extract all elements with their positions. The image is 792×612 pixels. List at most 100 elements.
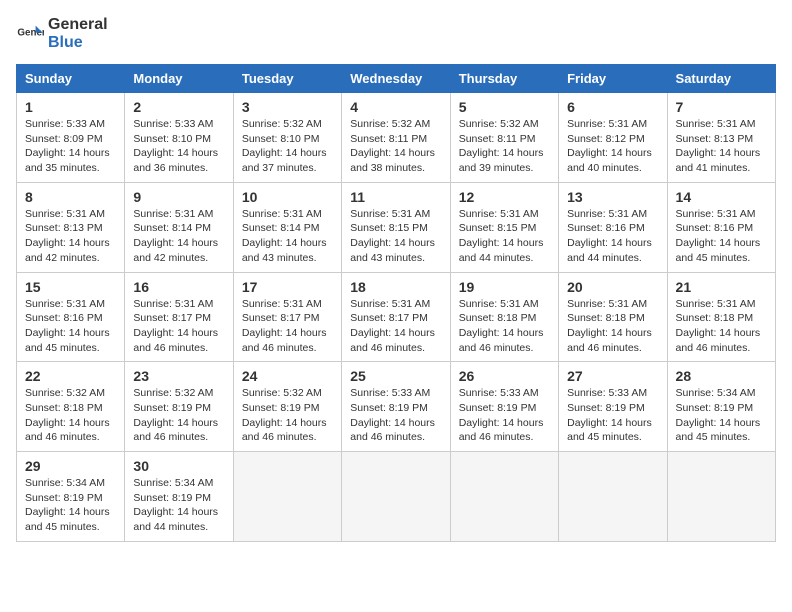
calendar-cell: 14 Sunrise: 5:31 AMSunset: 8:16 PMDaylig…: [667, 182, 775, 272]
calendar-table: SundayMondayTuesdayWednesdayThursdayFrid…: [16, 64, 776, 542]
weekday-header-thursday: Thursday: [450, 65, 558, 93]
calendar-cell: 30 Sunrise: 5:34 AMSunset: 8:19 PMDaylig…: [125, 452, 233, 542]
calendar-cell: 18 Sunrise: 5:31 AMSunset: 8:17 PMDaylig…: [342, 272, 450, 362]
calendar-cell: 25 Sunrise: 5:33 AMSunset: 8:19 PMDaylig…: [342, 362, 450, 452]
logo-blue-text: Blue: [48, 34, 83, 51]
day-info: Sunrise: 5:32 AMSunset: 8:11 PMDaylight:…: [459, 117, 550, 176]
svg-text:General: General: [17, 27, 44, 38]
day-info: Sunrise: 5:32 AMSunset: 8:10 PMDaylight:…: [242, 117, 333, 176]
calendar-cell: 3 Sunrise: 5:32 AMSunset: 8:10 PMDayligh…: [233, 93, 341, 183]
calendar-cell: 11 Sunrise: 5:31 AMSunset: 8:15 PMDaylig…: [342, 182, 450, 272]
calendar-cell: 13 Sunrise: 5:31 AMSunset: 8:16 PMDaylig…: [559, 182, 667, 272]
day-info: Sunrise: 5:32 AMSunset: 8:19 PMDaylight:…: [133, 386, 224, 445]
calendar-cell: 12 Sunrise: 5:31 AMSunset: 8:15 PMDaylig…: [450, 182, 558, 272]
day-number: 23: [133, 368, 224, 384]
calendar-cell: 19 Sunrise: 5:31 AMSunset: 8:18 PMDaylig…: [450, 272, 558, 362]
day-number: 27: [567, 368, 658, 384]
day-info: Sunrise: 5:31 AMSunset: 8:13 PMDaylight:…: [676, 117, 767, 176]
logo: General General Blue: [16, 16, 108, 52]
calendar-cell: 15 Sunrise: 5:31 AMSunset: 8:16 PMDaylig…: [17, 272, 125, 362]
calendar-week-2: 8 Sunrise: 5:31 AMSunset: 8:13 PMDayligh…: [17, 182, 776, 272]
calendar-cell: 17 Sunrise: 5:31 AMSunset: 8:17 PMDaylig…: [233, 272, 341, 362]
day-info: Sunrise: 5:31 AMSunset: 8:12 PMDaylight:…: [567, 117, 658, 176]
weekday-header-saturday: Saturday: [667, 65, 775, 93]
day-info: Sunrise: 5:32 AMSunset: 8:11 PMDaylight:…: [350, 117, 441, 176]
day-number: 19: [459, 279, 550, 295]
day-number: 15: [25, 279, 116, 295]
calendar-week-5: 29 Sunrise: 5:34 AMSunset: 8:19 PMDaylig…: [17, 452, 776, 542]
calendar-cell: [342, 452, 450, 542]
day-number: 13: [567, 189, 658, 205]
weekday-header-sunday: Sunday: [17, 65, 125, 93]
calendar-cell: 8 Sunrise: 5:31 AMSunset: 8:13 PMDayligh…: [17, 182, 125, 272]
day-number: 18: [350, 279, 441, 295]
calendar-cell: [450, 452, 558, 542]
day-number: 5: [459, 99, 550, 115]
day-info: Sunrise: 5:31 AMSunset: 8:18 PMDaylight:…: [567, 297, 658, 356]
day-info: Sunrise: 5:31 AMSunset: 8:13 PMDaylight:…: [25, 207, 116, 266]
calendar-cell: 2 Sunrise: 5:33 AMSunset: 8:10 PMDayligh…: [125, 93, 233, 183]
day-info: Sunrise: 5:33 AMSunset: 8:19 PMDaylight:…: [567, 386, 658, 445]
day-info: Sunrise: 5:31 AMSunset: 8:15 PMDaylight:…: [459, 207, 550, 266]
day-number: 7: [676, 99, 767, 115]
day-number: 28: [676, 368, 767, 384]
day-number: 3: [242, 99, 333, 115]
day-info: Sunrise: 5:31 AMSunset: 8:17 PMDaylight:…: [242, 297, 333, 356]
calendar-cell: 28 Sunrise: 5:34 AMSunset: 8:19 PMDaylig…: [667, 362, 775, 452]
day-number: 22: [25, 368, 116, 384]
calendar-cell: 5 Sunrise: 5:32 AMSunset: 8:11 PMDayligh…: [450, 93, 558, 183]
day-info: Sunrise: 5:31 AMSunset: 8:16 PMDaylight:…: [567, 207, 658, 266]
calendar-header-row: SundayMondayTuesdayWednesdayThursdayFrid…: [17, 65, 776, 93]
weekday-header-tuesday: Tuesday: [233, 65, 341, 93]
weekday-header-monday: Monday: [125, 65, 233, 93]
calendar-cell: 29 Sunrise: 5:34 AMSunset: 8:19 PMDaylig…: [17, 452, 125, 542]
calendar-cell: 21 Sunrise: 5:31 AMSunset: 8:18 PMDaylig…: [667, 272, 775, 362]
day-info: Sunrise: 5:31 AMSunset: 8:18 PMDaylight:…: [676, 297, 767, 356]
calendar-cell: 6 Sunrise: 5:31 AMSunset: 8:12 PMDayligh…: [559, 93, 667, 183]
day-info: Sunrise: 5:31 AMSunset: 8:14 PMDaylight:…: [242, 207, 333, 266]
day-number: 4: [350, 99, 441, 115]
day-info: Sunrise: 5:32 AMSunset: 8:19 PMDaylight:…: [242, 386, 333, 445]
calendar-cell: 7 Sunrise: 5:31 AMSunset: 8:13 PMDayligh…: [667, 93, 775, 183]
day-number: 10: [242, 189, 333, 205]
calendar-cell: [233, 452, 341, 542]
day-number: 21: [676, 279, 767, 295]
day-info: Sunrise: 5:31 AMSunset: 8:15 PMDaylight:…: [350, 207, 441, 266]
calendar-cell: 4 Sunrise: 5:32 AMSunset: 8:11 PMDayligh…: [342, 93, 450, 183]
day-number: 8: [25, 189, 116, 205]
day-info: Sunrise: 5:31 AMSunset: 8:14 PMDaylight:…: [133, 207, 224, 266]
day-number: 12: [459, 189, 550, 205]
calendar-week-4: 22 Sunrise: 5:32 AMSunset: 8:18 PMDaylig…: [17, 362, 776, 452]
day-info: Sunrise: 5:34 AMSunset: 8:19 PMDaylight:…: [25, 476, 116, 535]
day-number: 17: [242, 279, 333, 295]
calendar-body: 1 Sunrise: 5:33 AMSunset: 8:09 PMDayligh…: [17, 93, 776, 542]
day-number: 25: [350, 368, 441, 384]
logo-general-text: General: [48, 16, 108, 33]
day-number: 20: [567, 279, 658, 295]
day-number: 16: [133, 279, 224, 295]
calendar-cell: 10 Sunrise: 5:31 AMSunset: 8:14 PMDaylig…: [233, 182, 341, 272]
page-header: General General Blue: [16, 16, 776, 52]
day-number: 1: [25, 99, 116, 115]
day-info: Sunrise: 5:34 AMSunset: 8:19 PMDaylight:…: [676, 386, 767, 445]
day-number: 2: [133, 99, 224, 115]
calendar-cell: [667, 452, 775, 542]
calendar-cell: 20 Sunrise: 5:31 AMSunset: 8:18 PMDaylig…: [559, 272, 667, 362]
calendar-cell: 1 Sunrise: 5:33 AMSunset: 8:09 PMDayligh…: [17, 93, 125, 183]
day-info: Sunrise: 5:31 AMSunset: 8:17 PMDaylight:…: [350, 297, 441, 356]
day-info: Sunrise: 5:33 AMSunset: 8:10 PMDaylight:…: [133, 117, 224, 176]
day-info: Sunrise: 5:33 AMSunset: 8:19 PMDaylight:…: [459, 386, 550, 445]
logo-icon: General: [16, 20, 44, 48]
day-info: Sunrise: 5:34 AMSunset: 8:19 PMDaylight:…: [133, 476, 224, 535]
day-number: 26: [459, 368, 550, 384]
day-number: 14: [676, 189, 767, 205]
calendar-week-1: 1 Sunrise: 5:33 AMSunset: 8:09 PMDayligh…: [17, 93, 776, 183]
calendar-cell: 24 Sunrise: 5:32 AMSunset: 8:19 PMDaylig…: [233, 362, 341, 452]
calendar-cell: 9 Sunrise: 5:31 AMSunset: 8:14 PMDayligh…: [125, 182, 233, 272]
calendar-week-3: 15 Sunrise: 5:31 AMSunset: 8:16 PMDaylig…: [17, 272, 776, 362]
calendar-cell: 22 Sunrise: 5:32 AMSunset: 8:18 PMDaylig…: [17, 362, 125, 452]
day-info: Sunrise: 5:32 AMSunset: 8:18 PMDaylight:…: [25, 386, 116, 445]
calendar-cell: 27 Sunrise: 5:33 AMSunset: 8:19 PMDaylig…: [559, 362, 667, 452]
calendar-cell: 26 Sunrise: 5:33 AMSunset: 8:19 PMDaylig…: [450, 362, 558, 452]
day-number: 6: [567, 99, 658, 115]
